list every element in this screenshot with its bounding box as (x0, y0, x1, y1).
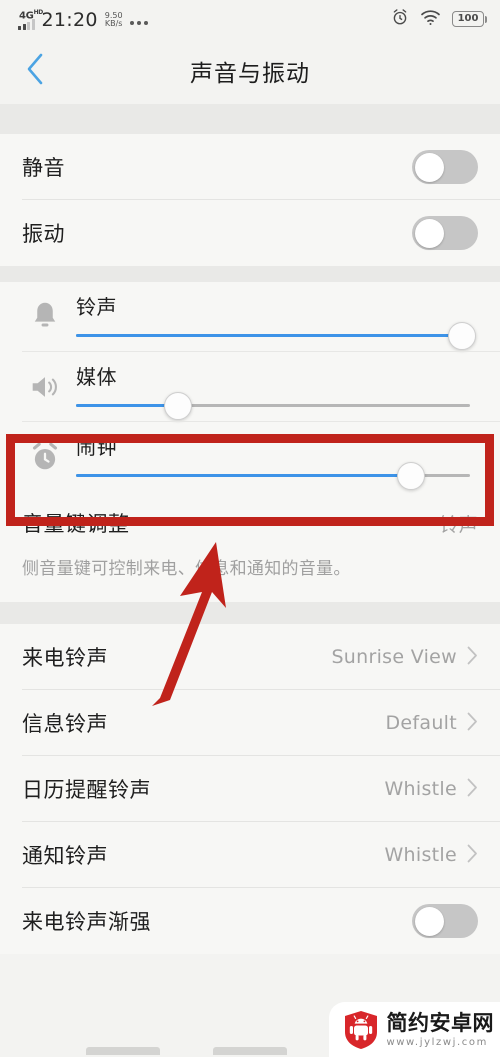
slider-knob[interactable] (448, 321, 477, 350)
volume-key-description: 侧音量键可控制来电、信息和通知的音量。 (22, 559, 351, 579)
alarm-clock-icon (391, 8, 409, 30)
wifi-icon (420, 9, 441, 30)
slider-knob[interactable] (396, 461, 425, 490)
chevron-right-icon (467, 712, 478, 735)
slider-label: 闹钟 (76, 435, 117, 459)
watermark-text: 简约安卓网 www.jylzwj.com (386, 1010, 495, 1048)
chevron-right-icon (467, 778, 478, 801)
row-message-ringtone[interactable]: 信息铃声 Default (0, 690, 500, 756)
status-bar: 4GHD 21:20 9.50 KB/s 100 (0, 0, 500, 38)
more-dots-icon (129, 21, 148, 30)
speaker-icon (14, 352, 76, 422)
watermark-url: www.jylzwj.com (386, 1036, 488, 1048)
section-gap-3 (0, 602, 500, 624)
status-clock: 21:20 (41, 9, 98, 31)
ringtone-crescendo-toggle[interactable] (412, 904, 478, 938)
row-right: Whistle (384, 778, 478, 801)
nav-hint-left (86, 1047, 161, 1055)
row-right: Sunrise View (331, 646, 478, 669)
network-type-label: 4GHD (19, 9, 43, 22)
bell-icon (14, 282, 76, 352)
volume-sliders-panel: 铃声 媒体 闹钟 (0, 282, 500, 492)
chevron-right-icon (467, 844, 478, 867)
toggle-knob (414, 906, 444, 936)
row-right: Whistle (384, 844, 478, 867)
ringtone-slider[interactable] (76, 321, 477, 350)
row-incoming-ringtone[interactable]: 来电铃声 Sunrise View (0, 624, 500, 690)
row-notification-ringtone[interactable]: 通知铃声 Whistle (0, 822, 500, 888)
slider-row-media[interactable]: 媒体 (0, 352, 500, 422)
slider-body: 铃声 (76, 282, 478, 352)
watermark-site-name: 简约安卓网 (386, 1010, 494, 1035)
row-value: Sunrise View (331, 646, 457, 668)
back-button[interactable] (18, 52, 52, 90)
row-silent[interactable]: 静音 (0, 134, 500, 200)
site-watermark: 简约安卓网 www.jylzwj.com (328, 1002, 500, 1057)
network-speed: 9.50 KB/s (105, 12, 123, 30)
slider-fill (76, 404, 179, 407)
row-vibrate[interactable]: 振动 (0, 200, 500, 266)
battery-indicator: 100 (452, 11, 487, 27)
slider-body: 闹钟 (76, 422, 478, 492)
page-title: 声音与振动 (190, 61, 310, 87)
chevron-right-icon (467, 646, 478, 669)
slider-row-alarm[interactable]: 闹钟 (0, 422, 500, 492)
alarm-slider[interactable] (76, 461, 470, 490)
row-right: Default (385, 712, 478, 735)
row-value: Default (385, 712, 457, 734)
row-value: Whistle (384, 844, 457, 866)
battery-level-label: 100 (457, 13, 479, 24)
vibrate-toggle[interactable] (412, 216, 478, 250)
row-value: Whistle (384, 778, 457, 800)
title-bar: 声音与振动 (0, 38, 500, 104)
nav-hint-center (212, 1047, 287, 1055)
row-label: 通知铃声 (22, 844, 108, 868)
alarm-clock-icon (14, 422, 76, 492)
android-shield-icon (343, 1010, 379, 1050)
section-gap-2 (0, 266, 500, 282)
slider-row-ringtone[interactable]: 铃声 (0, 282, 500, 352)
ringtone-panel: 来电铃声 Sunrise View 信息铃声 Default 日历提醒铃声 Wh… (0, 624, 500, 954)
slider-fill (76, 474, 411, 477)
slider-label: 铃声 (76, 295, 117, 319)
row-volume-key[interactable]: 音量键调整 铃声 (0, 492, 500, 554)
slider-fill (76, 334, 463, 337)
phone-screen: 4GHD 21:20 9.50 KB/s 100 声音与振动 静音 振动 铃声 … (0, 0, 500, 1057)
toggle-knob (414, 152, 444, 182)
row-label: 振动 (22, 222, 65, 246)
section-gap-1 (0, 104, 500, 134)
status-bar-left: 4GHD 21:20 9.50 KB/s (18, 8, 148, 30)
row-label: 日历提醒铃声 (22, 778, 151, 802)
volume-key-panel: 音量键调整 铃声 侧音量键可控制来电、信息和通知的音量。 (0, 492, 500, 602)
row-ringtone-crescendo[interactable]: 来电铃声渐强 (0, 888, 500, 954)
row-label: 来电铃声渐强 (22, 910, 151, 934)
network-speed-unit: KB/s (104, 19, 123, 28)
row-value: 铃声 (439, 513, 478, 536)
toggles-panel: 静音 振动 (0, 134, 500, 266)
row-calendar-ringtone[interactable]: 日历提醒铃声 Whistle (0, 756, 500, 822)
row-label: 音量键调整 (22, 512, 130, 536)
row-label: 来电铃声 (22, 646, 108, 670)
slider-knob[interactable] (164, 391, 193, 420)
slider-body: 媒体 (76, 352, 478, 422)
toggle-knob (414, 218, 444, 248)
row-label: 静音 (22, 156, 65, 180)
chevron-left-icon (24, 52, 46, 90)
status-bar-right: 100 (391, 8, 487, 30)
signal-indicator: 4GHD (18, 8, 43, 30)
media-slider[interactable] (76, 391, 470, 420)
slider-label: 媒体 (76, 365, 117, 389)
row-label: 信息铃声 (22, 712, 108, 736)
silent-toggle[interactable] (412, 150, 478, 184)
